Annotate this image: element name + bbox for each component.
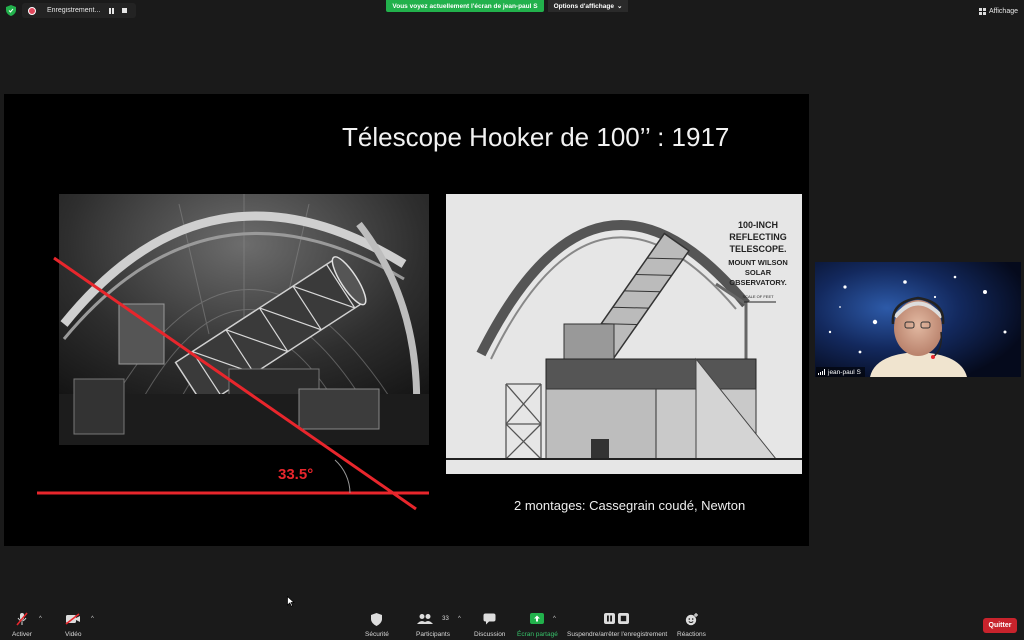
audio-options-chevron-icon[interactable]: ^ [39,616,42,622]
participants-options-chevron-icon[interactable]: ^ [458,616,461,622]
leave-meeting-label: Quitter [988,622,1012,629]
pause-recording-icon[interactable] [109,7,115,14]
leave-meeting-button[interactable]: Quitter [983,618,1017,633]
chat-label: Discussion [474,631,506,638]
meeting-toolbar: Activer ^ Vidéo ^ Sécurité 33 Participan… [0,608,1024,640]
video-off-icon [65,612,81,626]
video-options-chevron-icon[interactable]: ^ [91,616,94,622]
diagram-text-line: REFLECTING [729,232,787,242]
slide-caption: 2 montages: Cassegrain coudé, Newton [514,498,746,513]
start-video-button[interactable]: Vidéo [65,612,82,638]
reactions-label: Réactions [677,631,706,638]
diagram-text-line: TELESCOPE. [729,244,786,254]
participant-name: jean-paul S [828,368,861,376]
telescope-cross-section-diagram: 100-INCH REFLECTING TELESCOPE. MOUNT WIL… [446,194,802,474]
stop-recording-icon[interactable] [122,8,127,13]
security-label: Sécurité [365,631,389,638]
diagram-text-line: MOUNT WILSON [728,258,788,267]
pause-stop-recording-button[interactable]: Suspendre/arrêter l'enregistrement [567,612,667,638]
security-shield-icon [6,5,16,16]
view-layout-button[interactable]: Affichage [978,5,1018,17]
chat-button[interactable]: Discussion [474,612,505,638]
reactions-button[interactable]: Réactions [677,612,706,638]
participant-name-tag: jean-paul S [816,367,865,377]
diagram-text-line: OBSERVATORY. [729,278,787,287]
chevron-down-icon: ⌄ [616,3,623,10]
muted-microphone-icon [16,612,28,626]
pause-stop-icon [604,612,630,626]
share-screen-button[interactable]: Écran partagé [517,612,558,638]
recording-control-label: Suspendre/arrêter l'enregistrement [567,631,668,638]
recording-dot-icon [28,6,36,15]
angle-label: 33.5° [278,466,314,483]
participant-video-tile[interactable] [815,262,1021,377]
mouse-pointer-icon [287,596,295,607]
share-options-chevron-icon[interactable]: ^ [553,616,556,622]
unmute-label: Activer [12,631,32,638]
diagram-text-line: 100-INCH [738,220,778,230]
meeting-top-bar: Enregistrement... Vous voyez actuellemen… [0,0,1024,20]
slide-title: Télescope Hooker de 100’’ : 1917 [342,122,730,152]
recording-label: Enregistrement... [47,7,101,14]
diagram-scale-label: SCALE OF FEET [742,294,774,299]
chat-bubble-icon [483,612,496,626]
security-button[interactable]: Sécurité [365,612,389,638]
telescope-dome-photo [59,194,429,445]
participants-button[interactable]: 33 Participants [416,612,450,638]
share-screen-icon [530,612,545,626]
share-screen-label: Écran partagé [517,631,558,638]
video-label: Vidéo [65,631,82,638]
shield-icon [371,612,383,626]
participants-icon: 33 [417,612,449,626]
participants-count: 33 [442,616,449,622]
diagram-text-line: SOLAR [745,268,772,277]
unmute-button[interactable]: Activer [12,612,32,638]
share-banner-text: Vous voyez actuellement l'écran de jean-… [392,2,538,10]
recording-indicator[interactable]: Enregistrement... [22,3,136,18]
view-options-label: Options d'affichage [553,2,614,10]
signal-strength-icon [818,369,825,375]
view-layout-label: Affichage [988,7,1018,15]
grid-view-icon [978,7,986,15]
participants-label: Participants [416,631,450,638]
emoji-plus-icon [685,612,698,626]
screen-share-banner: Vous voyez actuellement l'écran de jean-… [386,0,544,12]
view-options-button[interactable]: Options d'affichage ⌄ [548,0,628,12]
